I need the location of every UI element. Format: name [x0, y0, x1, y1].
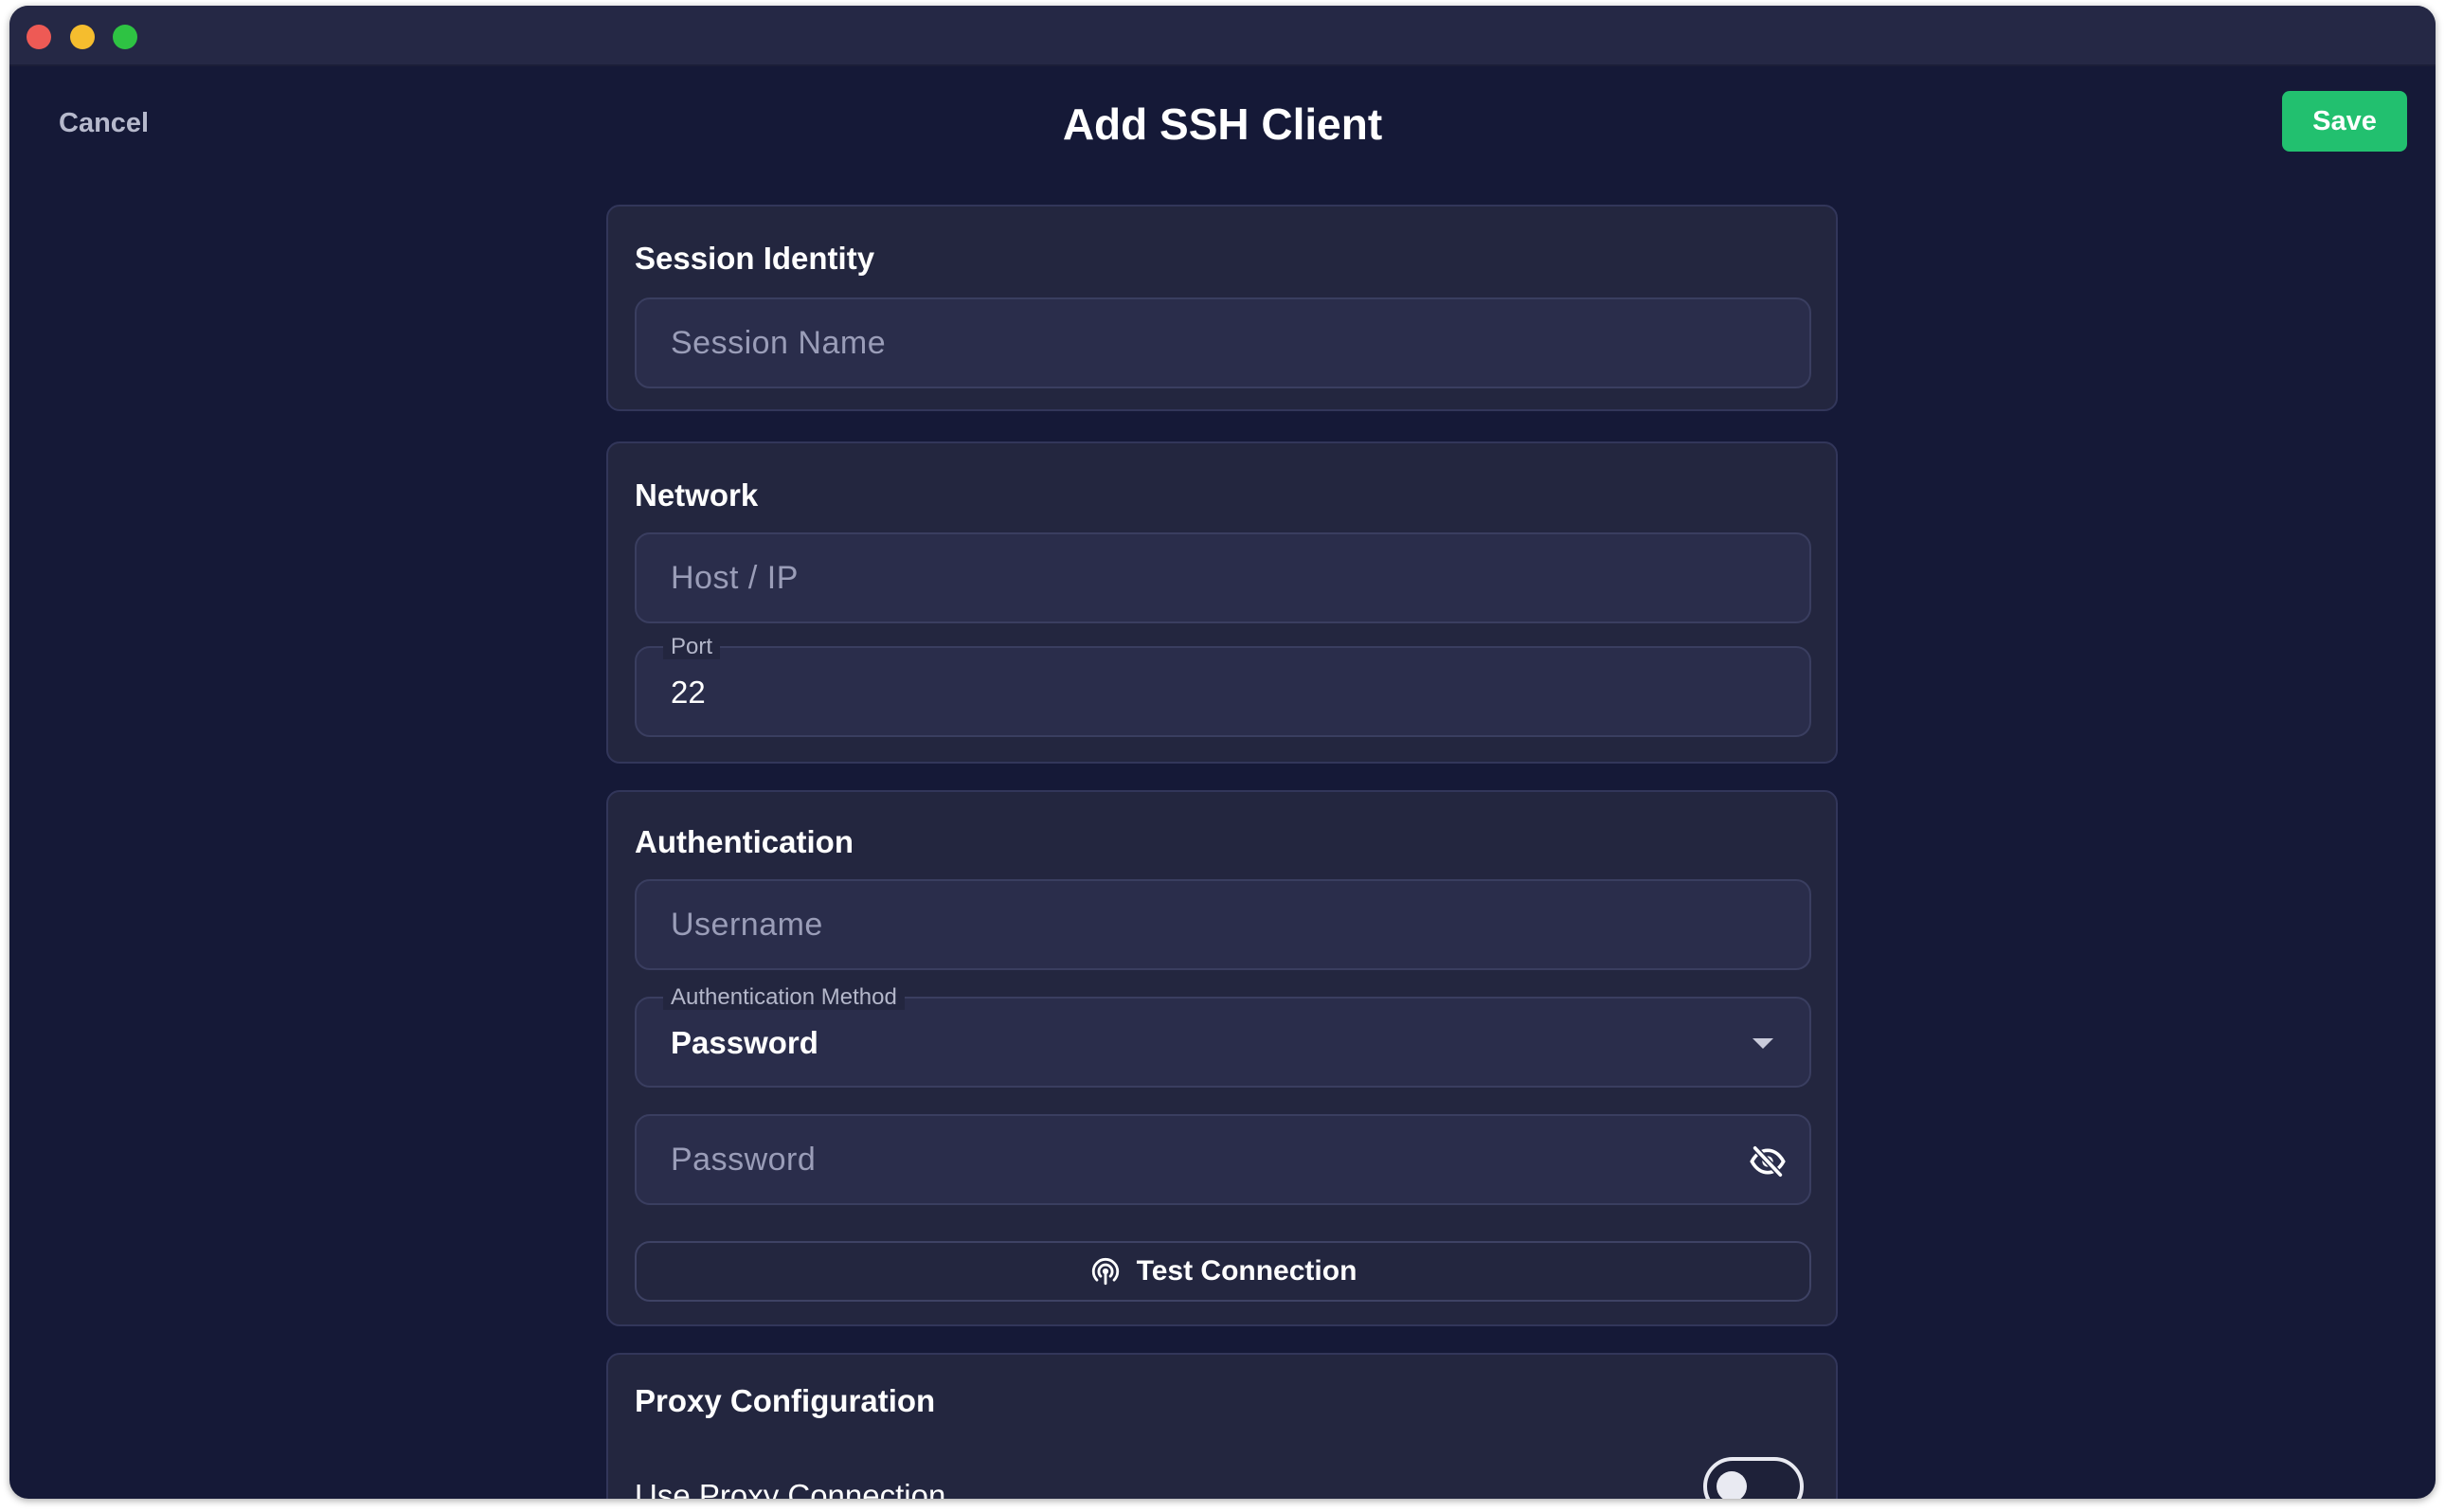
- network-title: Network: [635, 477, 759, 513]
- app-window: Cancel Add SSH Client Save Session Ident…: [9, 6, 2436, 1499]
- authentication-method-select[interactable]: Authentication Method Password: [635, 985, 1811, 1088]
- host-placeholder: Host / IP: [671, 560, 799, 596]
- chevron-down-icon: [1753, 1038, 1773, 1049]
- authentication-title: Authentication: [635, 824, 854, 859]
- proxy-configuration-card: Proxy Configuration Use Proxy Connection: [606, 1353, 1838, 1499]
- save-button[interactable]: Save: [2282, 91, 2407, 152]
- port-input[interactable]: Port 22: [635, 635, 1811, 737]
- username-input[interactable]: Username: [635, 879, 1811, 970]
- title-bar: [9, 6, 2436, 66]
- signal-icon: [1091, 1258, 1119, 1286]
- authentication-method-label: Authentication Method: [663, 985, 905, 1010]
- close-window-button[interactable]: [27, 25, 51, 49]
- toggle-knob: [1717, 1471, 1747, 1499]
- session-identity-card: Session Identity Session Name: [606, 205, 1838, 411]
- network-card: Network Host / IP Port 22: [606, 441, 1838, 764]
- eye-off-icon[interactable]: [1749, 1143, 1787, 1180]
- zoom-window-button[interactable]: [113, 25, 137, 49]
- test-connection-button[interactable]: Test Connection: [635, 1241, 1811, 1302]
- minimize-window-button[interactable]: [70, 25, 95, 49]
- session-name-placeholder: Session Name: [671, 325, 887, 361]
- username-placeholder: Username: [671, 907, 823, 943]
- session-name-input[interactable]: Session Name: [635, 297, 1811, 388]
- port-value: 22: [671, 675, 706, 710]
- password-placeholder: Password: [671, 1142, 817, 1178]
- host-input[interactable]: Host / IP: [635, 532, 1811, 623]
- use-proxy-toggle[interactable]: [1703, 1457, 1804, 1499]
- authentication-method-value: Password: [671, 1025, 818, 1060]
- use-proxy-label: Use Proxy Connection: [635, 1478, 946, 1499]
- session-identity-title: Session Identity: [635, 241, 875, 276]
- password-input[interactable]: Password: [635, 1114, 1811, 1205]
- page-title: Add SSH Client: [1062, 99, 1383, 149]
- proxy-configuration-title: Proxy Configuration: [635, 1383, 936, 1418]
- port-label: Port: [663, 635, 721, 659]
- test-connection-label: Test Connection: [1136, 1255, 1357, 1287]
- authentication-card: Authentication Username Authentication M…: [606, 790, 1838, 1326]
